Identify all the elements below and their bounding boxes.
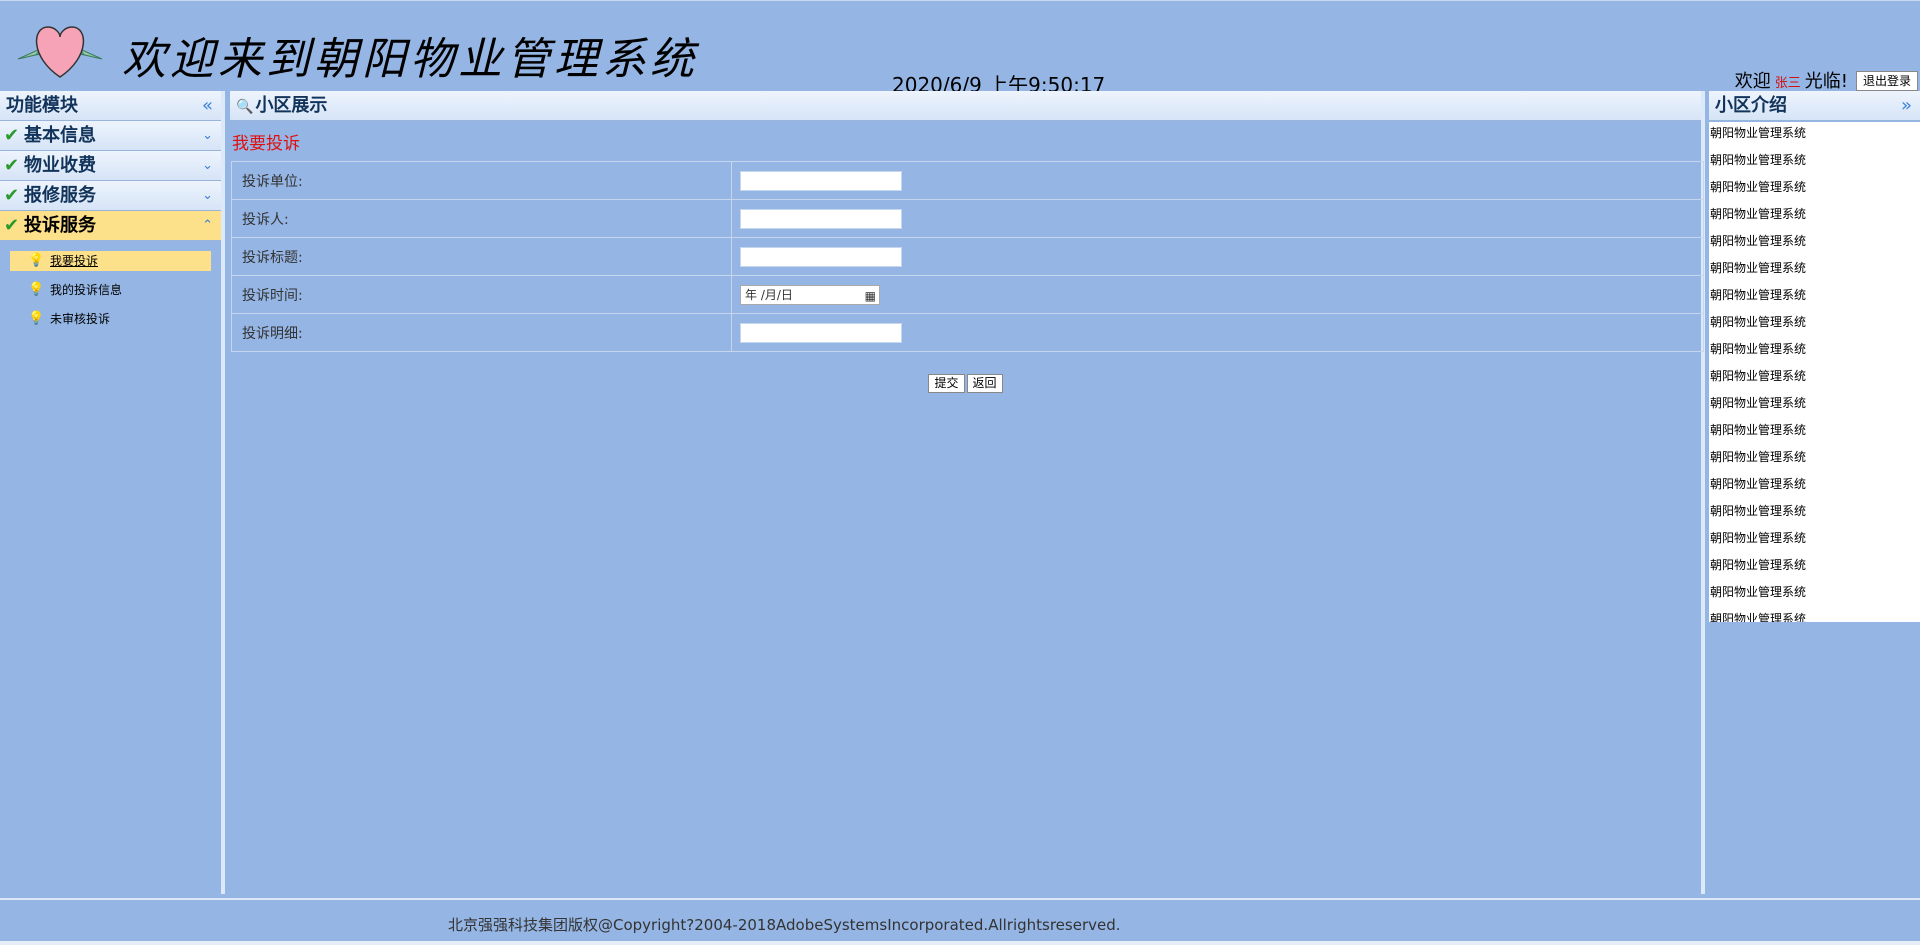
- footer: 北京强强科技集团版权@Copyright?2004-2018AdobeSyste…: [0, 898, 1920, 942]
- sidebar-item-label: 报修服务: [24, 185, 96, 206]
- complaint-form: 投诉单位: 投诉人: 投诉标题: 投诉时间: 年 /月/日 ▦ 投诉明细:: [231, 161, 1704, 352]
- sidebar-item-basic-info[interactable]: ✔ 基本信息 ⌄: [0, 121, 221, 151]
- list-item: 朝阳物业管理系统: [1710, 342, 1807, 356]
- list-item: 朝阳物业管理系统: [1710, 180, 1807, 194]
- site-title: 欢迎来到朝阳物业管理系统: [122, 34, 698, 85]
- list-item: 朝阳物业管理系统: [1710, 558, 1807, 572]
- sidebar-title: 功能模块: [6, 95, 78, 116]
- field-label: 投诉标题:: [231, 237, 732, 276]
- sidebar-item-complaint-service[interactable]: ✔ 投诉服务 ⌃: [0, 211, 221, 241]
- date-value: 年 /月/日: [745, 287, 793, 302]
- submenu-item-label: 我要投诉: [50, 254, 99, 268]
- list-item: 朝阳物业管理系统: [1710, 531, 1807, 545]
- list-item: 朝阳物业管理系统: [1710, 234, 1807, 248]
- calendar-icon[interactable]: ▦: [865, 287, 876, 305]
- list-item: 朝阳物业管理系统: [1710, 369, 1807, 383]
- form-row: 投诉单位:: [231, 161, 1704, 200]
- heart-logo-icon: [17, 26, 103, 78]
- list-item: 朝阳物业管理系统: [1710, 423, 1807, 437]
- chevron-down-icon: ⌄: [202, 158, 213, 173]
- check-icon: ✔: [4, 155, 20, 176]
- list-item: 朝阳物业管理系统: [1710, 477, 1807, 491]
- sidebar: 功能模块 « ✔ 基本信息 ⌄ ✔ 物业收费 ⌄ ✔ 报修服务 ⌄ ✔ 投诉服务…: [0, 91, 225, 894]
- sidebar-item-repair-service[interactable]: ✔ 报修服务 ⌄: [0, 181, 221, 211]
- complaint-title-input[interactable]: [740, 246, 902, 267]
- bottom-strip: [0, 941, 1920, 945]
- lightbulb-icon: 💡: [28, 282, 45, 297]
- form-title: 我要投诉: [232, 134, 300, 154]
- collapse-right-icon[interactable]: »: [1901, 91, 1912, 121]
- lightbulb-icon: 💡: [28, 253, 45, 268]
- form-row: 投诉人:: [231, 199, 1704, 238]
- list-item: 朝阳物业管理系统: [1710, 585, 1807, 599]
- chevron-down-icon: ⌄: [202, 188, 213, 203]
- submenu-item-label: 我的投诉信息: [50, 283, 123, 297]
- main-panel: 🔍 小区展示 我要投诉 投诉单位: 投诉人: 投诉标题: 投诉时间: 年 /月/日…: [230, 91, 1705, 894]
- main-title: 小区展示: [255, 95, 328, 116]
- right-panel-header: 小区介绍 »: [1709, 91, 1920, 121]
- welcome-suffix: 光临!: [1804, 71, 1848, 92]
- logout-button[interactable]: 退出登录: [1856, 71, 1918, 91]
- chevron-up-icon: ⌃: [202, 218, 213, 233]
- list-item: 朝阳物业管理系统: [1710, 126, 1807, 140]
- list-item: 朝阳物业管理系统: [1710, 612, 1807, 622]
- field-label: 投诉单位:: [231, 161, 732, 200]
- sidebar-item-label: 投诉服务: [24, 215, 96, 236]
- submit-button[interactable]: 提交: [928, 374, 965, 393]
- back-button[interactable]: 返回: [966, 374, 1003, 393]
- right-panel-title: 小区介绍: [1715, 95, 1787, 116]
- community-intro-list: 朝阳物业管理系统 朝阳物业管理系统 朝阳物业管理系统 朝阳物业管理系统 朝阳物业管理系统…: [1709, 122, 1920, 622]
- username: 张三: [1774, 76, 1801, 91]
- form-row: 投诉时间: 年 /月/日 ▦: [231, 275, 1704, 314]
- complaint-submenu: 💡 我要投诉 💡 我的投诉信息 💡 未审核投诉: [0, 241, 221, 329]
- sidebar-item-label: 物业收费: [24, 155, 96, 176]
- check-icon: ✔: [4, 125, 20, 146]
- field-label: 投诉时间:: [231, 275, 732, 314]
- welcome-message: 欢迎 张三 光临!: [1735, 67, 1848, 93]
- copyright-text: 北京强强科技集团版权@Copyright?2004-2018AdobeSyste…: [448, 916, 1121, 934]
- complaint-date-input[interactable]: 年 /月/日 ▦: [740, 284, 880, 305]
- welcome-prefix: 欢迎: [1734, 71, 1771, 92]
- list-item: 朝阳物业管理系统: [1710, 288, 1807, 302]
- main-header: 🔍 小区展示: [230, 91, 1701, 121]
- check-icon: ✔: [4, 215, 20, 236]
- sidebar-item-property-fees[interactable]: ✔ 物业收费 ⌄: [0, 151, 221, 181]
- list-item: 朝阳物业管理系统: [1710, 153, 1807, 167]
- right-panel: 小区介绍 » 朝阳物业管理系统 朝阳物业管理系统 朝阳物业管理系统 朝阳物业管理系统朝…: [1709, 91, 1920, 894]
- form-row: 投诉标题:: [231, 237, 1704, 276]
- field-label: 投诉明细:: [231, 313, 732, 352]
- list-item: 朝阳物业管理系统: [1710, 207, 1807, 221]
- form-row: 投诉明细:: [231, 313, 1704, 352]
- chevron-down-icon: ⌄: [202, 128, 213, 143]
- check-icon: ✔: [4, 185, 20, 206]
- sidebar-header: 功能模块 «: [0, 91, 221, 121]
- magnifier-icon: 🔍: [236, 99, 254, 115]
- submenu-item-file-complaint[interactable]: 💡 我要投诉: [10, 251, 211, 271]
- submenu-item-label: 未审核投诉: [50, 312, 111, 326]
- lightbulb-icon: 💡: [28, 311, 45, 326]
- header: 欢迎来到朝阳物业管理系统 2020/6/9 上午9:50:17 欢迎 张三 光临! …: [0, 0, 1920, 97]
- sidebar-item-label: 基本信息: [24, 125, 96, 146]
- complaint-detail-input[interactable]: [740, 322, 902, 343]
- collapse-left-icon[interactable]: «: [202, 91, 213, 121]
- complaint-unit-input[interactable]: [740, 170, 902, 191]
- form-actions: 提交 返回: [230, 372, 1701, 393]
- list-item: 朝阳物业管理系统: [1710, 504, 1807, 518]
- submenu-item-unreviewed-complaints[interactable]: 💡 未审核投诉: [10, 309, 211, 329]
- complainant-input[interactable]: [740, 208, 902, 229]
- list-item: 朝阳物业管理系统: [1710, 396, 1807, 410]
- list-item: 朝阳物业管理系统: [1710, 261, 1807, 275]
- list-item: 朝阳物业管理系统: [1710, 315, 1807, 329]
- submenu-item-my-complaints[interactable]: 💡 我的投诉信息: [10, 280, 211, 300]
- list-item: 朝阳物业管理系统: [1710, 450, 1807, 464]
- field-label: 投诉人:: [231, 199, 732, 238]
